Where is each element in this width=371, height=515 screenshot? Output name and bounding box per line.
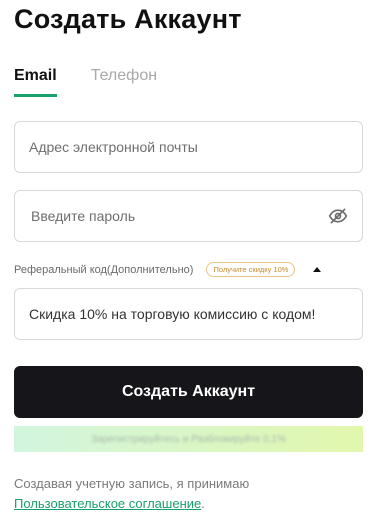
discount-badge: Получите скидку 10% bbox=[206, 262, 296, 277]
footer-period: . bbox=[201, 496, 205, 511]
promo-banner[interactable]: Зарегистрируйтесь и Разблокируйте 0,1% bbox=[14, 426, 363, 452]
tab-phone[interactable]: Телефон bbox=[91, 67, 157, 97]
email-field[interactable]: Адрес электронной почты bbox=[14, 121, 363, 173]
user-agreement-link[interactable]: Пользовательское соглашение bbox=[14, 496, 201, 511]
signup-page: Создать Аккаунт Email Телефон Адрес элек… bbox=[0, 0, 371, 515]
referral-header: Реферальный код(Дополнительно) Получите … bbox=[14, 262, 363, 277]
caret-up-icon[interactable] bbox=[313, 267, 322, 272]
create-account-button[interactable]: Создать Аккаунт bbox=[14, 366, 363, 418]
referral-code-field[interactable]: Скидка 10% на торговую комиссию с кодом! bbox=[14, 288, 363, 340]
password-placeholder: Введите пароль bbox=[31, 208, 136, 224]
promo-text: Зарегистрируйтесь и Разблокируйте 0,1% bbox=[91, 433, 286, 445]
tab-email[interactable]: Email bbox=[14, 67, 57, 97]
consent-text: Создавая учетную запись, я принимаю bbox=[14, 476, 250, 491]
referral-code-value: Скидка 10% на торговую комиссию с кодом! bbox=[29, 306, 316, 322]
password-field[interactable]: Введите пароль bbox=[14, 190, 363, 242]
email-placeholder: Адрес электронной почты bbox=[29, 139, 198, 155]
eye-off-icon[interactable] bbox=[328, 206, 348, 226]
referral-label: Реферальный код(Дополнительно) bbox=[14, 263, 194, 276]
terms-notice: Создавая учетную запись, я принимаю Поль… bbox=[14, 474, 363, 514]
signup-method-tabs: Email Телефон bbox=[14, 67, 191, 97]
page-title: Создать Аккаунт bbox=[14, 4, 242, 34]
